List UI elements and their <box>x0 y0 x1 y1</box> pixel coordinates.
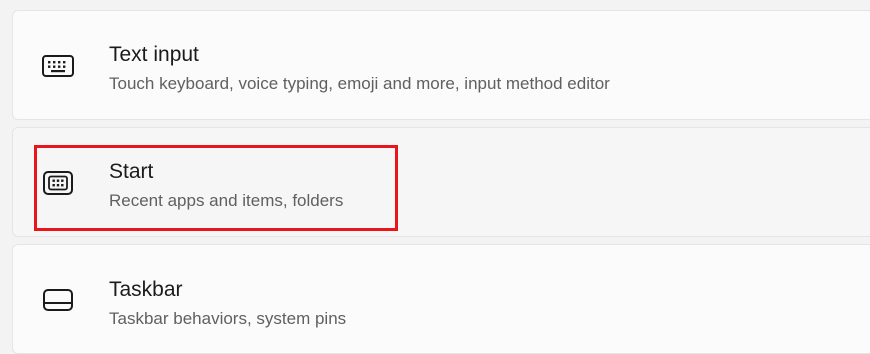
settings-item-taskbar[interactable]: Taskbar Taskbar behaviors, system pins <box>12 244 870 354</box>
settings-item-title: Start <box>109 160 154 183</box>
start-menu-icon <box>41 170 75 196</box>
settings-item-subtitle: Recent apps and items, folders <box>109 191 344 210</box>
settings-item-start[interactable]: Start Recent apps and items, folders <box>12 127 870 237</box>
keyboard-icon <box>41 53 75 79</box>
settings-item-subtitle: Touch keyboard, voice typing, emoji and … <box>109 74 610 93</box>
settings-item-title: Taskbar <box>109 278 183 301</box>
settings-item-text-input[interactable]: Text input Touch keyboard, voice typing,… <box>12 10 870 120</box>
taskbar-icon <box>41 287 75 313</box>
settings-item-subtitle: Taskbar behaviors, system pins <box>109 309 347 328</box>
settings-item-title: Text input <box>109 43 199 66</box>
